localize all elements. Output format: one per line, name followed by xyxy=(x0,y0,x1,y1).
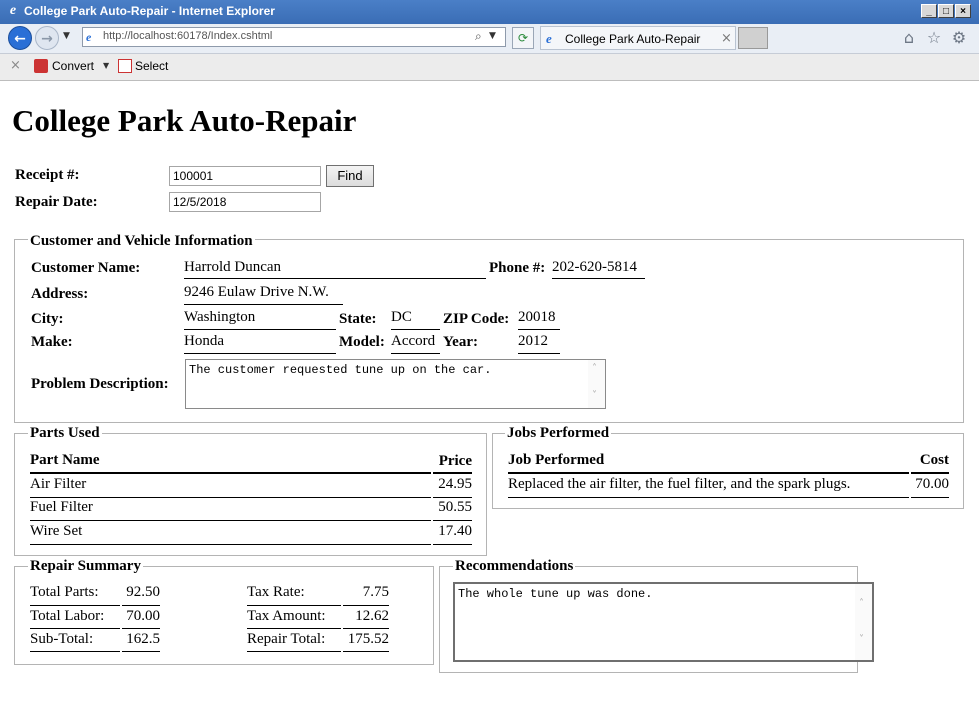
address-dropdown-icon[interactable]: ▼ xyxy=(489,31,496,41)
address-url[interactable]: http://localhost:60178/Index.cshtml xyxy=(103,30,272,42)
repair-date-input[interactable]: 12/5/2018 xyxy=(169,192,321,212)
scroll-up-icon[interactable]: ˄ xyxy=(859,598,864,609)
back-button[interactable]: ← xyxy=(8,26,32,50)
customer-vehicle-legend: Customer and Vehicle Information xyxy=(28,233,255,250)
page-favicon-icon: e xyxy=(86,30,92,44)
convert-dropdown-icon[interactable]: ▼ xyxy=(103,61,109,70)
close-toolbar-icon[interactable]: × xyxy=(10,58,21,73)
model-value: Accord xyxy=(391,333,440,354)
zip-value: 20018 xyxy=(518,309,560,330)
state-label: State: xyxy=(339,311,377,327)
convert-pdf-icon xyxy=(34,59,48,73)
close-tab-icon[interactable]: × xyxy=(721,31,732,46)
minimize-button[interactable]: _ xyxy=(921,4,937,18)
parts-row-price: 24.95 xyxy=(433,476,472,498)
jobs-row-job: Replaced the air filter, the fuel filter… xyxy=(508,476,909,498)
find-button[interactable]: Find xyxy=(326,165,374,187)
parts-row-price: 17.40 xyxy=(433,523,472,545)
new-tab-button[interactable] xyxy=(738,27,768,49)
customer-name-value: Harrold Duncan xyxy=(184,259,486,279)
year-label: Year: xyxy=(443,334,478,350)
home-icon[interactable]: ⌂ xyxy=(899,28,919,48)
page-title: College Park Auto-Repair xyxy=(12,103,357,138)
total-parts-label: Total Parts: xyxy=(30,584,120,606)
repair-total-value: 175.52 xyxy=(343,631,389,652)
parts-row-price: 50.55 xyxy=(433,499,472,521)
address-label: Address: xyxy=(31,286,89,302)
parts-row-name: Fuel Filter xyxy=(30,499,431,521)
zip-label: ZIP Code: xyxy=(443,311,510,327)
total-parts-value: 92.50 xyxy=(122,584,160,606)
phone-value: 202-620-5814 xyxy=(552,259,645,279)
recommendations-scrollbar[interactable]: ˄ ˅ xyxy=(855,584,872,660)
repair-date-label: Repair Date: xyxy=(15,194,98,210)
search-icon[interactable]: ⌕ xyxy=(475,29,482,44)
maximize-button[interactable]: □ xyxy=(938,4,954,18)
customer-name-label: Customer Name: xyxy=(31,260,141,276)
recommendations-text: The whole tune up was done. xyxy=(458,587,653,601)
receipt-input[interactable]: 100001 xyxy=(169,166,321,186)
problem-scrollbar[interactable]: ˄ ˅ xyxy=(588,360,605,408)
problem-description-textarea[interactable]: The customer requested tune up on the ca… xyxy=(185,359,606,409)
forward-button[interactable]: → xyxy=(35,26,59,50)
sub-total-label: Sub-Total: xyxy=(30,631,120,652)
page-content: College Park Auto-Repair Receipt #: 1000… xyxy=(0,81,979,703)
city-value: Washington xyxy=(184,309,336,330)
scroll-down-icon[interactable]: ˅ xyxy=(859,634,864,645)
state-value: DC xyxy=(391,309,440,330)
tab-favicon-icon: e xyxy=(546,31,552,46)
parts-row-name: Wire Set xyxy=(30,523,431,545)
problem-description-label: Problem Description: xyxy=(31,376,169,392)
window-title: College Park Auto-Repair - Internet Expl… xyxy=(24,4,275,18)
year-value: 2012 xyxy=(518,333,560,354)
jobs-performed-legend: Jobs Performed xyxy=(505,425,612,442)
select-pdf-icon xyxy=(118,59,132,73)
total-labor-value: 70.00 xyxy=(122,608,160,629)
title-bar: e College Park Auto-Repair - Internet Ex… xyxy=(0,0,979,24)
recommendations-textarea[interactable]: The whole tune up was done. ˄ ˅ xyxy=(453,582,874,662)
problem-description-text: The customer requested tune up on the ca… xyxy=(189,363,492,377)
navigation-bar: ← → ▼ e http://localhost:60178/Index.csh… xyxy=(0,24,979,54)
close-button[interactable]: × xyxy=(955,4,971,18)
jobs-header-cost: Cost xyxy=(911,452,949,474)
refresh-icon[interactable]: ⟳ xyxy=(512,27,534,49)
address-value: 9246 Eulaw Drive N.W. xyxy=(184,284,343,305)
scroll-up-icon[interactable]: ˄ xyxy=(592,363,597,374)
browser-tab[interactable]: e College Park Auto-Repair × xyxy=(540,26,736,50)
tax-rate-label: Tax Rate: xyxy=(247,584,341,606)
tab-title: College Park Auto-Repair xyxy=(565,32,701,46)
jobs-row-cost: 70.00 xyxy=(911,476,949,498)
tax-amount-value: 12.62 xyxy=(343,608,389,629)
jobs-header-job: Job Performed xyxy=(508,452,909,474)
convert-button[interactable]: Convert xyxy=(52,59,94,73)
ie-logo-icon: e xyxy=(9,3,17,18)
repair-total-label: Repair Total: xyxy=(247,631,341,652)
repair-summary-legend: Repair Summary xyxy=(28,558,143,575)
tax-amount-label: Tax Amount: xyxy=(247,608,341,629)
make-value: Honda xyxy=(184,333,336,354)
select-button[interactable]: Select xyxy=(135,59,168,73)
command-bar: × Convert ▼ Select xyxy=(0,54,979,81)
parts-header-price: Price xyxy=(433,453,472,474)
total-labor-label: Total Labor: xyxy=(30,608,120,629)
phone-label: Phone #: xyxy=(489,260,546,276)
tools-gear-icon[interactable]: ⚙ xyxy=(949,28,969,48)
parts-header-name: Part Name xyxy=(30,452,431,474)
address-bar[interactable]: e http://localhost:60178/Index.cshtml ⌕ … xyxy=(82,27,506,47)
receipt-label: Receipt #: xyxy=(15,167,80,183)
favorites-icon[interactable]: ☆ xyxy=(924,28,944,48)
sub-total-value: 162.5 xyxy=(122,631,160,652)
tax-rate-value: 7.75 xyxy=(343,584,389,606)
scroll-down-icon[interactable]: ˅ xyxy=(592,390,597,401)
make-label: Make: xyxy=(31,334,73,350)
model-label: Model: xyxy=(339,334,385,350)
parts-used-legend: Parts Used xyxy=(28,425,102,442)
parts-row-name: Air Filter xyxy=(30,476,431,498)
city-label: City: xyxy=(31,311,64,327)
history-dropdown-icon[interactable]: ▼ xyxy=(63,31,70,41)
recommendations-legend: Recommendations xyxy=(453,558,576,575)
